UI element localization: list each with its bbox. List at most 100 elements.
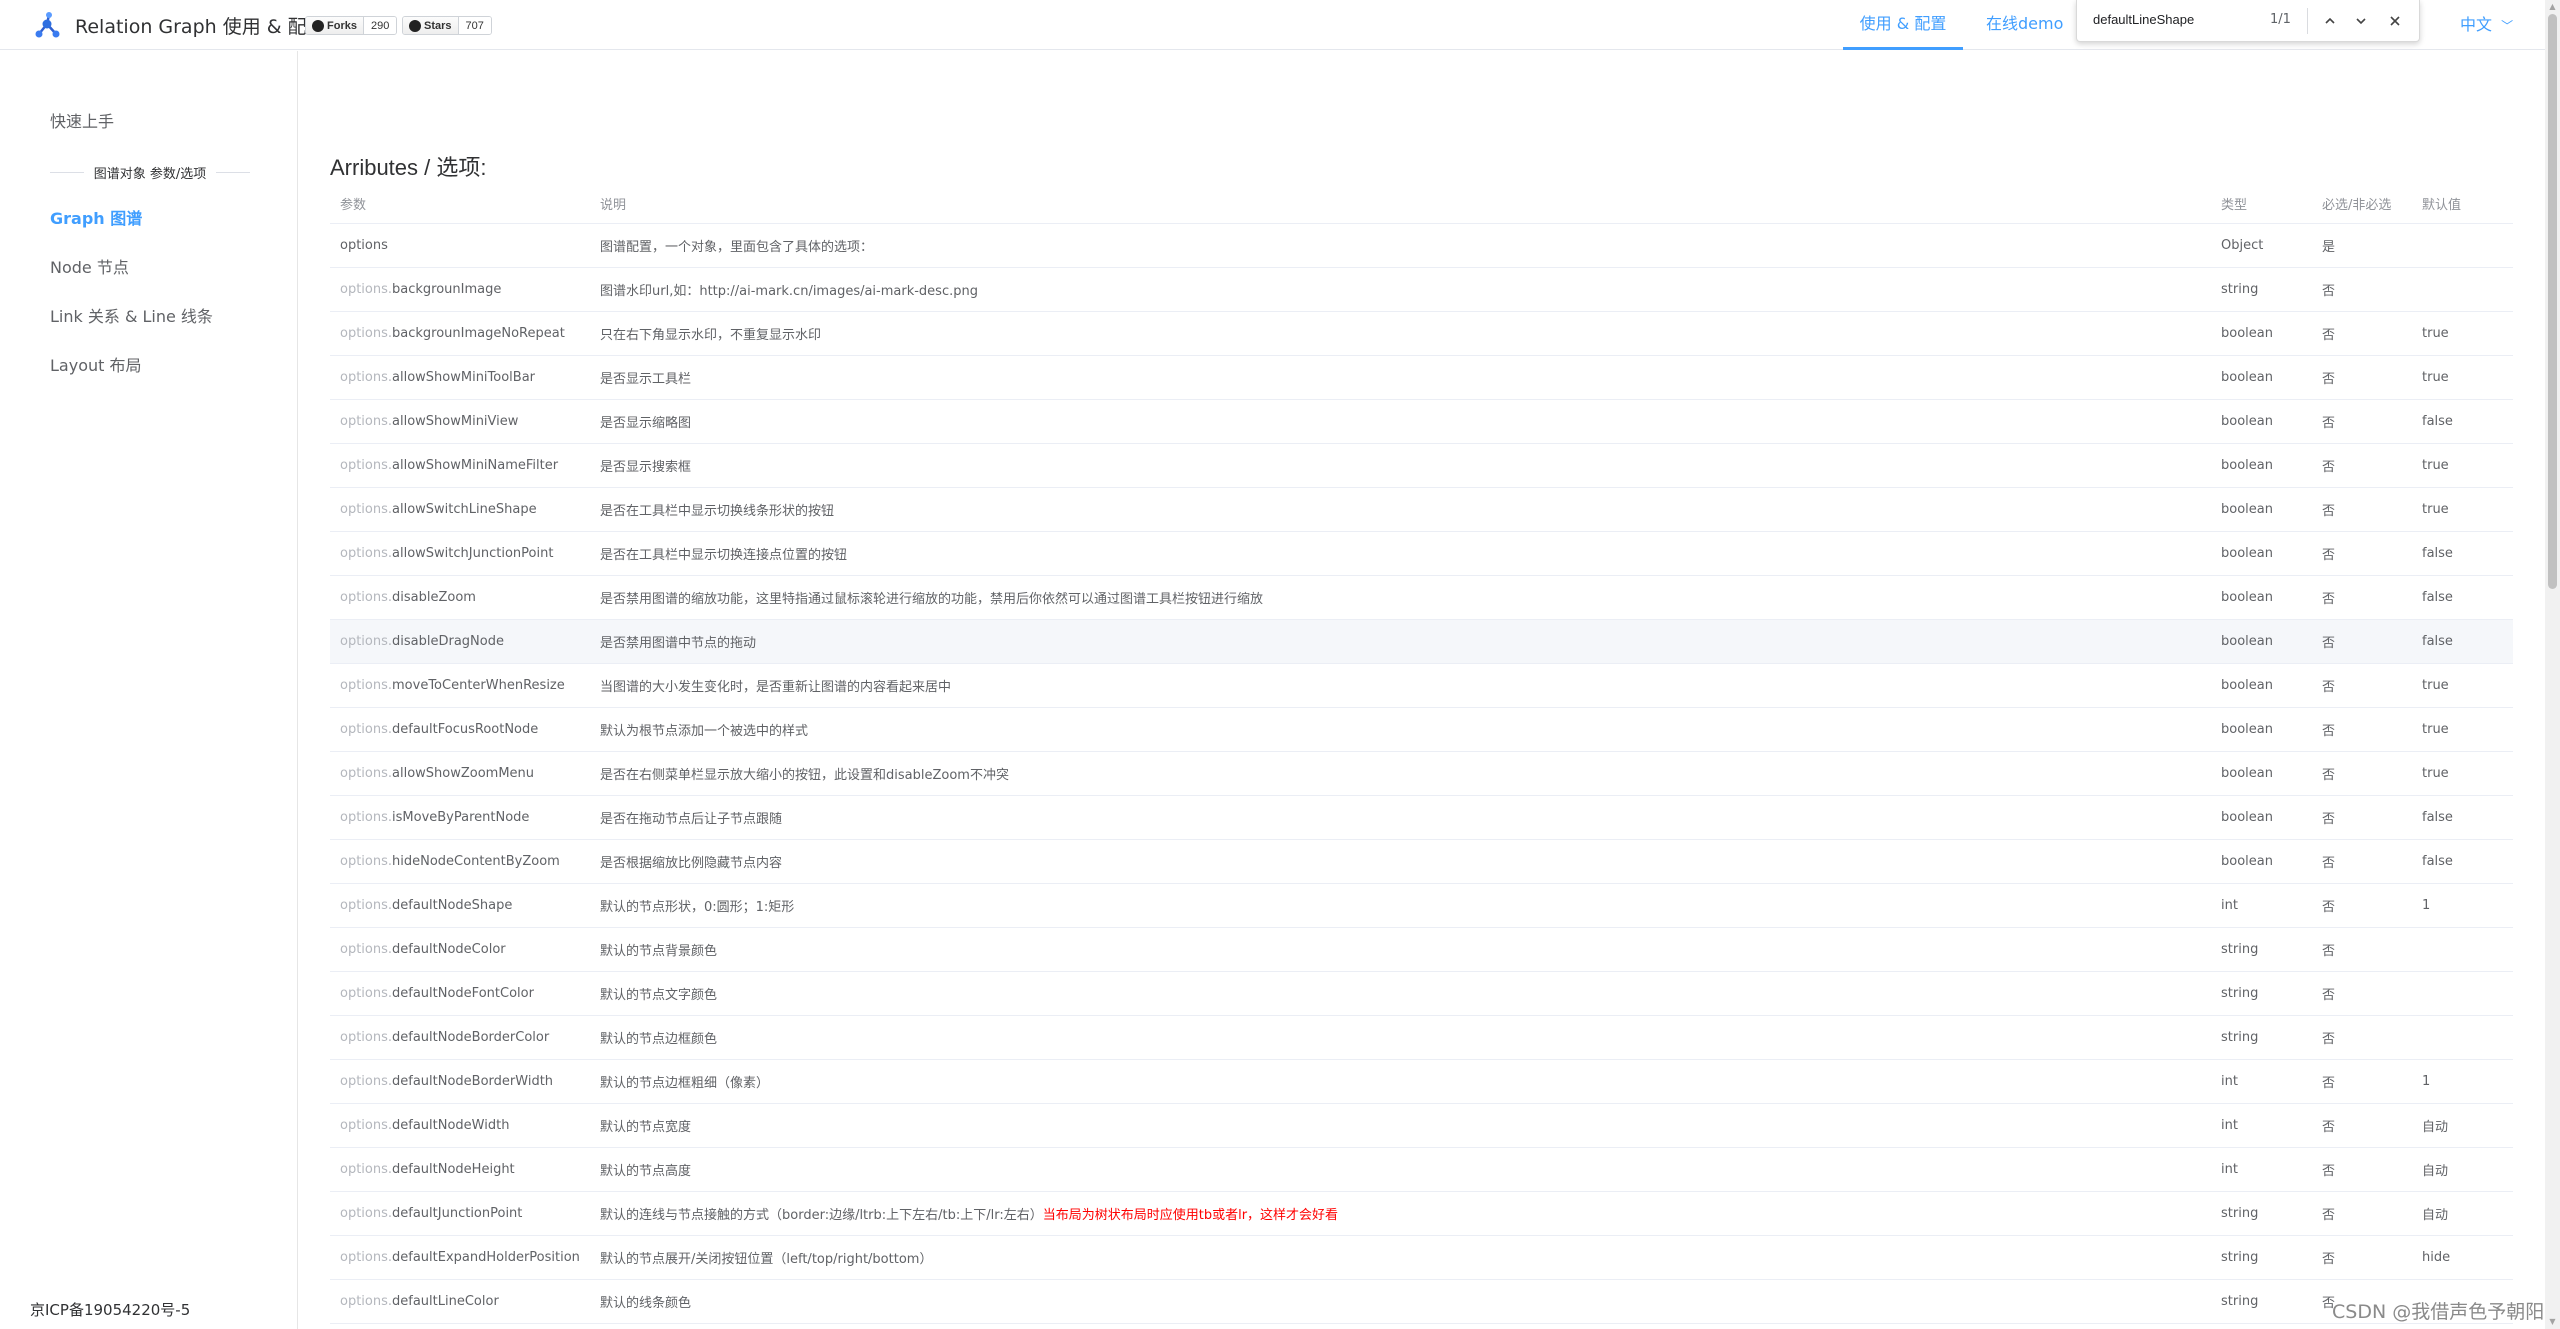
default-cell: false xyxy=(2422,810,2453,825)
type-cell: boolean xyxy=(2221,370,2273,385)
sidebar-item-graph[interactable]: Graph 图谱 xyxy=(50,205,142,229)
param-name: defaultNodeHeight xyxy=(392,1162,515,1177)
param-prefix: options. xyxy=(340,898,393,913)
page-scrollbar[interactable]: ▲ ▼ xyxy=(2545,0,2560,1329)
param-cell: options.defaultNodeFontColor xyxy=(330,986,590,1001)
param-cell: options xyxy=(330,238,590,253)
param-name: disableDragNode xyxy=(392,634,504,649)
param-prefix: options. xyxy=(340,854,393,869)
page-title: Arributes / 选项: xyxy=(330,155,487,180)
desc-text: 是否在右侧菜单栏显示放大缩小的按钮，此设置和disableZoom不冲突 xyxy=(600,768,1009,783)
type-cell: boolean xyxy=(2221,722,2273,737)
param-cell: options.defaultNodeHeight xyxy=(330,1162,590,1177)
required-cell: 否 xyxy=(2322,988,2336,1003)
desc-cell: 是否显示搜索框 xyxy=(590,456,2211,475)
language-select[interactable]: 中文 ﹀ xyxy=(2460,0,2513,50)
sidebar-item-quickstart[interactable]: 快速上手 xyxy=(50,108,114,132)
param-cell: options.allowShowZoomMenu xyxy=(330,766,590,781)
sidebar-item-link-line[interactable]: Link 关系 & Line 线条 xyxy=(50,303,213,327)
param-prefix: options. xyxy=(340,722,393,737)
param-prefix: options. xyxy=(340,502,393,517)
required-cell: 否 xyxy=(2322,856,2336,871)
app-title[interactable]: Relation Graph 使用 & 配置 xyxy=(75,12,326,39)
github-stars-badge[interactable]: Stars 707 xyxy=(402,16,492,35)
desc-text: 当图谱的大小发生变化时，是否重新让图谱的内容看起来居中 xyxy=(600,680,952,695)
icp-record-link[interactable]: 京ICP备19054220号-5 xyxy=(30,1299,190,1320)
param-name: defaultNodeBorderWidth xyxy=(392,1074,554,1089)
find-next-button[interactable] xyxy=(2349,9,2373,33)
param-prefix: options. xyxy=(340,1250,393,1265)
default-cell: true xyxy=(2422,766,2449,781)
desc-text: 是否显示缩略图 xyxy=(600,416,692,431)
scroll-down-arrow-icon[interactable]: ▼ xyxy=(2545,1315,2560,1329)
required-cell: 否 xyxy=(2322,504,2336,519)
desc-cell: 是否根据缩放比例隐藏节点内容 xyxy=(590,852,2211,871)
param-cell: options.allowShowMiniView xyxy=(330,414,590,429)
type-cell: int xyxy=(2221,1074,2238,1089)
chevron-up-icon xyxy=(2325,17,2335,24)
desc-cell: 是否在工具栏中显示切换线条形状的按钮 xyxy=(590,500,2211,519)
table-row: options.defaultJunctionPoint 默认的连线与节点接触的方… xyxy=(330,1192,2513,1236)
desc-cell: 是否在拖动节点后让子节点跟随 xyxy=(590,808,2211,827)
table-header: 参数 说明 类型 必选/非必选 默认值 xyxy=(330,184,2513,224)
param-cell: options.defaultLineColor xyxy=(330,1294,590,1309)
desc-cell: 默认的节点背景颜色 xyxy=(590,940,2211,959)
param-cell: options.disableDragNode xyxy=(330,634,590,649)
table-row: options.allowShowZoomMenu 是否在右侧菜单栏显示放大缩小的… xyxy=(330,752,2513,796)
param-prefix: options. xyxy=(340,326,393,341)
required-cell: 是 xyxy=(2322,240,2336,255)
param-name: moveToCenterWhenResize xyxy=(392,678,565,693)
find-previous-button[interactable] xyxy=(2318,9,2342,33)
param-prefix: options. xyxy=(340,986,393,1001)
required-cell: 否 xyxy=(2322,636,2336,651)
type-cell: boolean xyxy=(2221,590,2273,605)
default-cell: false xyxy=(2422,590,2453,605)
nav-usage-config[interactable]: 使用 & 配置 xyxy=(1843,0,1963,50)
sidebar-item-node[interactable]: Node 节点 xyxy=(50,254,129,278)
param-cell: options.isMoveByParentNode xyxy=(330,810,590,825)
table-row: options.allowSwitchJunctionPoint 是否在工具栏中显… xyxy=(330,532,2513,576)
table-row: options.backgrounImageNoRepeat 只在右下角显示水印，… xyxy=(330,312,2513,356)
scrollbar-thumb[interactable] xyxy=(2548,14,2557,589)
param-name: allowShowZoomMenu xyxy=(392,766,535,781)
desc-cell: 当图谱的大小发生变化时，是否重新让图谱的内容看起来居中 xyxy=(590,676,2211,695)
table-row: options.disableDragNode 是否禁用图谱中节点的拖动 boole… xyxy=(330,620,2513,664)
github-forks-badge[interactable]: Forks 290 xyxy=(305,16,398,35)
type-cell: boolean xyxy=(2221,458,2273,473)
relation-graph-logo-icon[interactable] xyxy=(32,10,62,40)
param-prefix: options. xyxy=(340,458,393,473)
required-cell: 否 xyxy=(2322,1208,2336,1223)
table-row: options.defaultFocusRootNode 默认为根节点添加一个被选… xyxy=(330,708,2513,752)
desc-text: 默认的节点形状，0:圆形；1:矩形 xyxy=(600,900,795,915)
param-name: hideNodeContentByZoom xyxy=(392,854,560,869)
table-row: options.defaultLineColor 默认的线条颜色 string 否 xyxy=(330,1280,2513,1324)
param-prefix: options. xyxy=(340,1118,393,1133)
param-name: backgrounImage xyxy=(392,282,502,297)
desc-cell: 图谱水印url,如：http://ai-mark.cn/images/ai-ma… xyxy=(590,280,2211,299)
required-cell: 否 xyxy=(2322,812,2336,827)
csdn-watermark: CSDN @我借声色予朝阳 xyxy=(2332,1301,2545,1323)
table-body: options 图谱配置，一个对象，里面包含了具体的选项： Object 是 optio… xyxy=(330,224,2513,1324)
desc-cell: 是否禁用图谱中节点的拖动 xyxy=(590,632,2211,651)
type-cell: string xyxy=(2221,1206,2259,1221)
table-row: options.allowShowMiniView 是否显示缩略图 boolean 否… xyxy=(330,400,2513,444)
github-icon xyxy=(409,19,421,32)
required-cell: 否 xyxy=(2322,768,2336,783)
desc-cell: 默认的连线与节点接触的方式（border:边缘/ltrb:上下左右/tb:上下/… xyxy=(590,1204,2211,1223)
find-close-button[interactable] xyxy=(2383,9,2407,33)
desc-text: 是否禁用图谱中节点的拖动 xyxy=(600,636,757,651)
nav-online-demo[interactable]: 在线demo xyxy=(1986,0,2063,50)
type-cell: int xyxy=(2221,1162,2238,1177)
param-cell: options.defaultNodeBorderColor xyxy=(330,1030,590,1045)
param-cell: options.defaultExpandHolderPosition xyxy=(330,1250,590,1265)
desc-text: 是否在工具栏中显示切换连接点位置的按钮 xyxy=(600,548,848,563)
required-cell: 否 xyxy=(2322,944,2336,959)
scroll-up-arrow-icon[interactable]: ▲ xyxy=(2545,0,2560,14)
desc-cell: 是否禁用图谱的缩放功能，这里特指通过鼠标滚轮进行缩放的功能，禁用后你依然可以通过… xyxy=(590,588,2211,607)
param-cell: options.allowSwitchJunctionPoint xyxy=(330,546,590,561)
required-cell: 否 xyxy=(2322,1164,2336,1179)
table-row: options.defaultNodeHeight 默认的节点高度 int 否 自动 xyxy=(330,1148,2513,1192)
find-input[interactable] xyxy=(2091,11,2261,28)
required-cell: 否 xyxy=(2322,284,2336,299)
sidebar-item-layout[interactable]: Layout 布局 xyxy=(50,352,141,376)
